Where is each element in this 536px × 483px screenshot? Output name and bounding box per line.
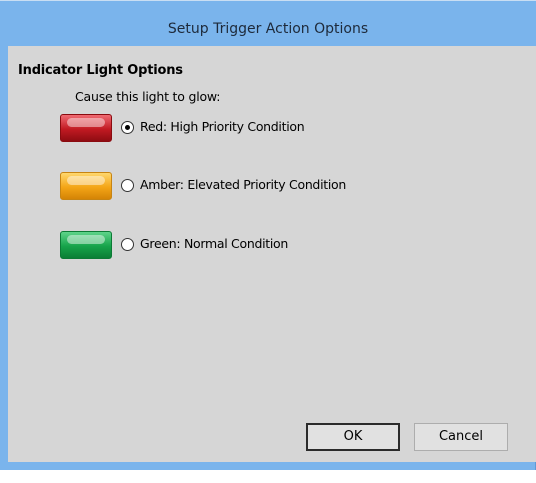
title-bar[interactable]: Setup Trigger Action Options — [0, 0, 536, 47]
cancel-button[interactable]: Cancel — [414, 423, 508, 451]
red-light-icon[interactable] — [60, 114, 112, 142]
group-title: Indicator Light Options — [18, 63, 183, 78]
option-green[interactable]: Green: Normal Condition — [60, 231, 380, 261]
green-radio-button[interactable] — [121, 238, 134, 251]
window-title: Setup Trigger Action Options — [167, 21, 369, 37]
red-radio-button[interactable] — [121, 121, 134, 134]
amber-radio-button[interactable] — [121, 179, 134, 192]
ok-button[interactable]: OK — [306, 423, 400, 451]
dialog-window: Setup Trigger Action Options Indicator L… — [0, 0, 536, 470]
amber-light-icon[interactable] — [60, 172, 112, 200]
red-option-label[interactable]: Red: High Priority Condition — [140, 119, 305, 134]
option-amber[interactable]: Amber: Elevated Priority Condition — [60, 172, 380, 202]
green-option-label[interactable]: Green: Normal Condition — [140, 236, 288, 251]
green-light-icon[interactable] — [60, 231, 112, 259]
instruction-label: Cause this light to glow: — [75, 89, 221, 104]
amber-option-label[interactable]: Amber: Elevated Priority Condition — [140, 177, 346, 192]
option-red[interactable]: Red: High Priority Condition — [60, 114, 380, 144]
